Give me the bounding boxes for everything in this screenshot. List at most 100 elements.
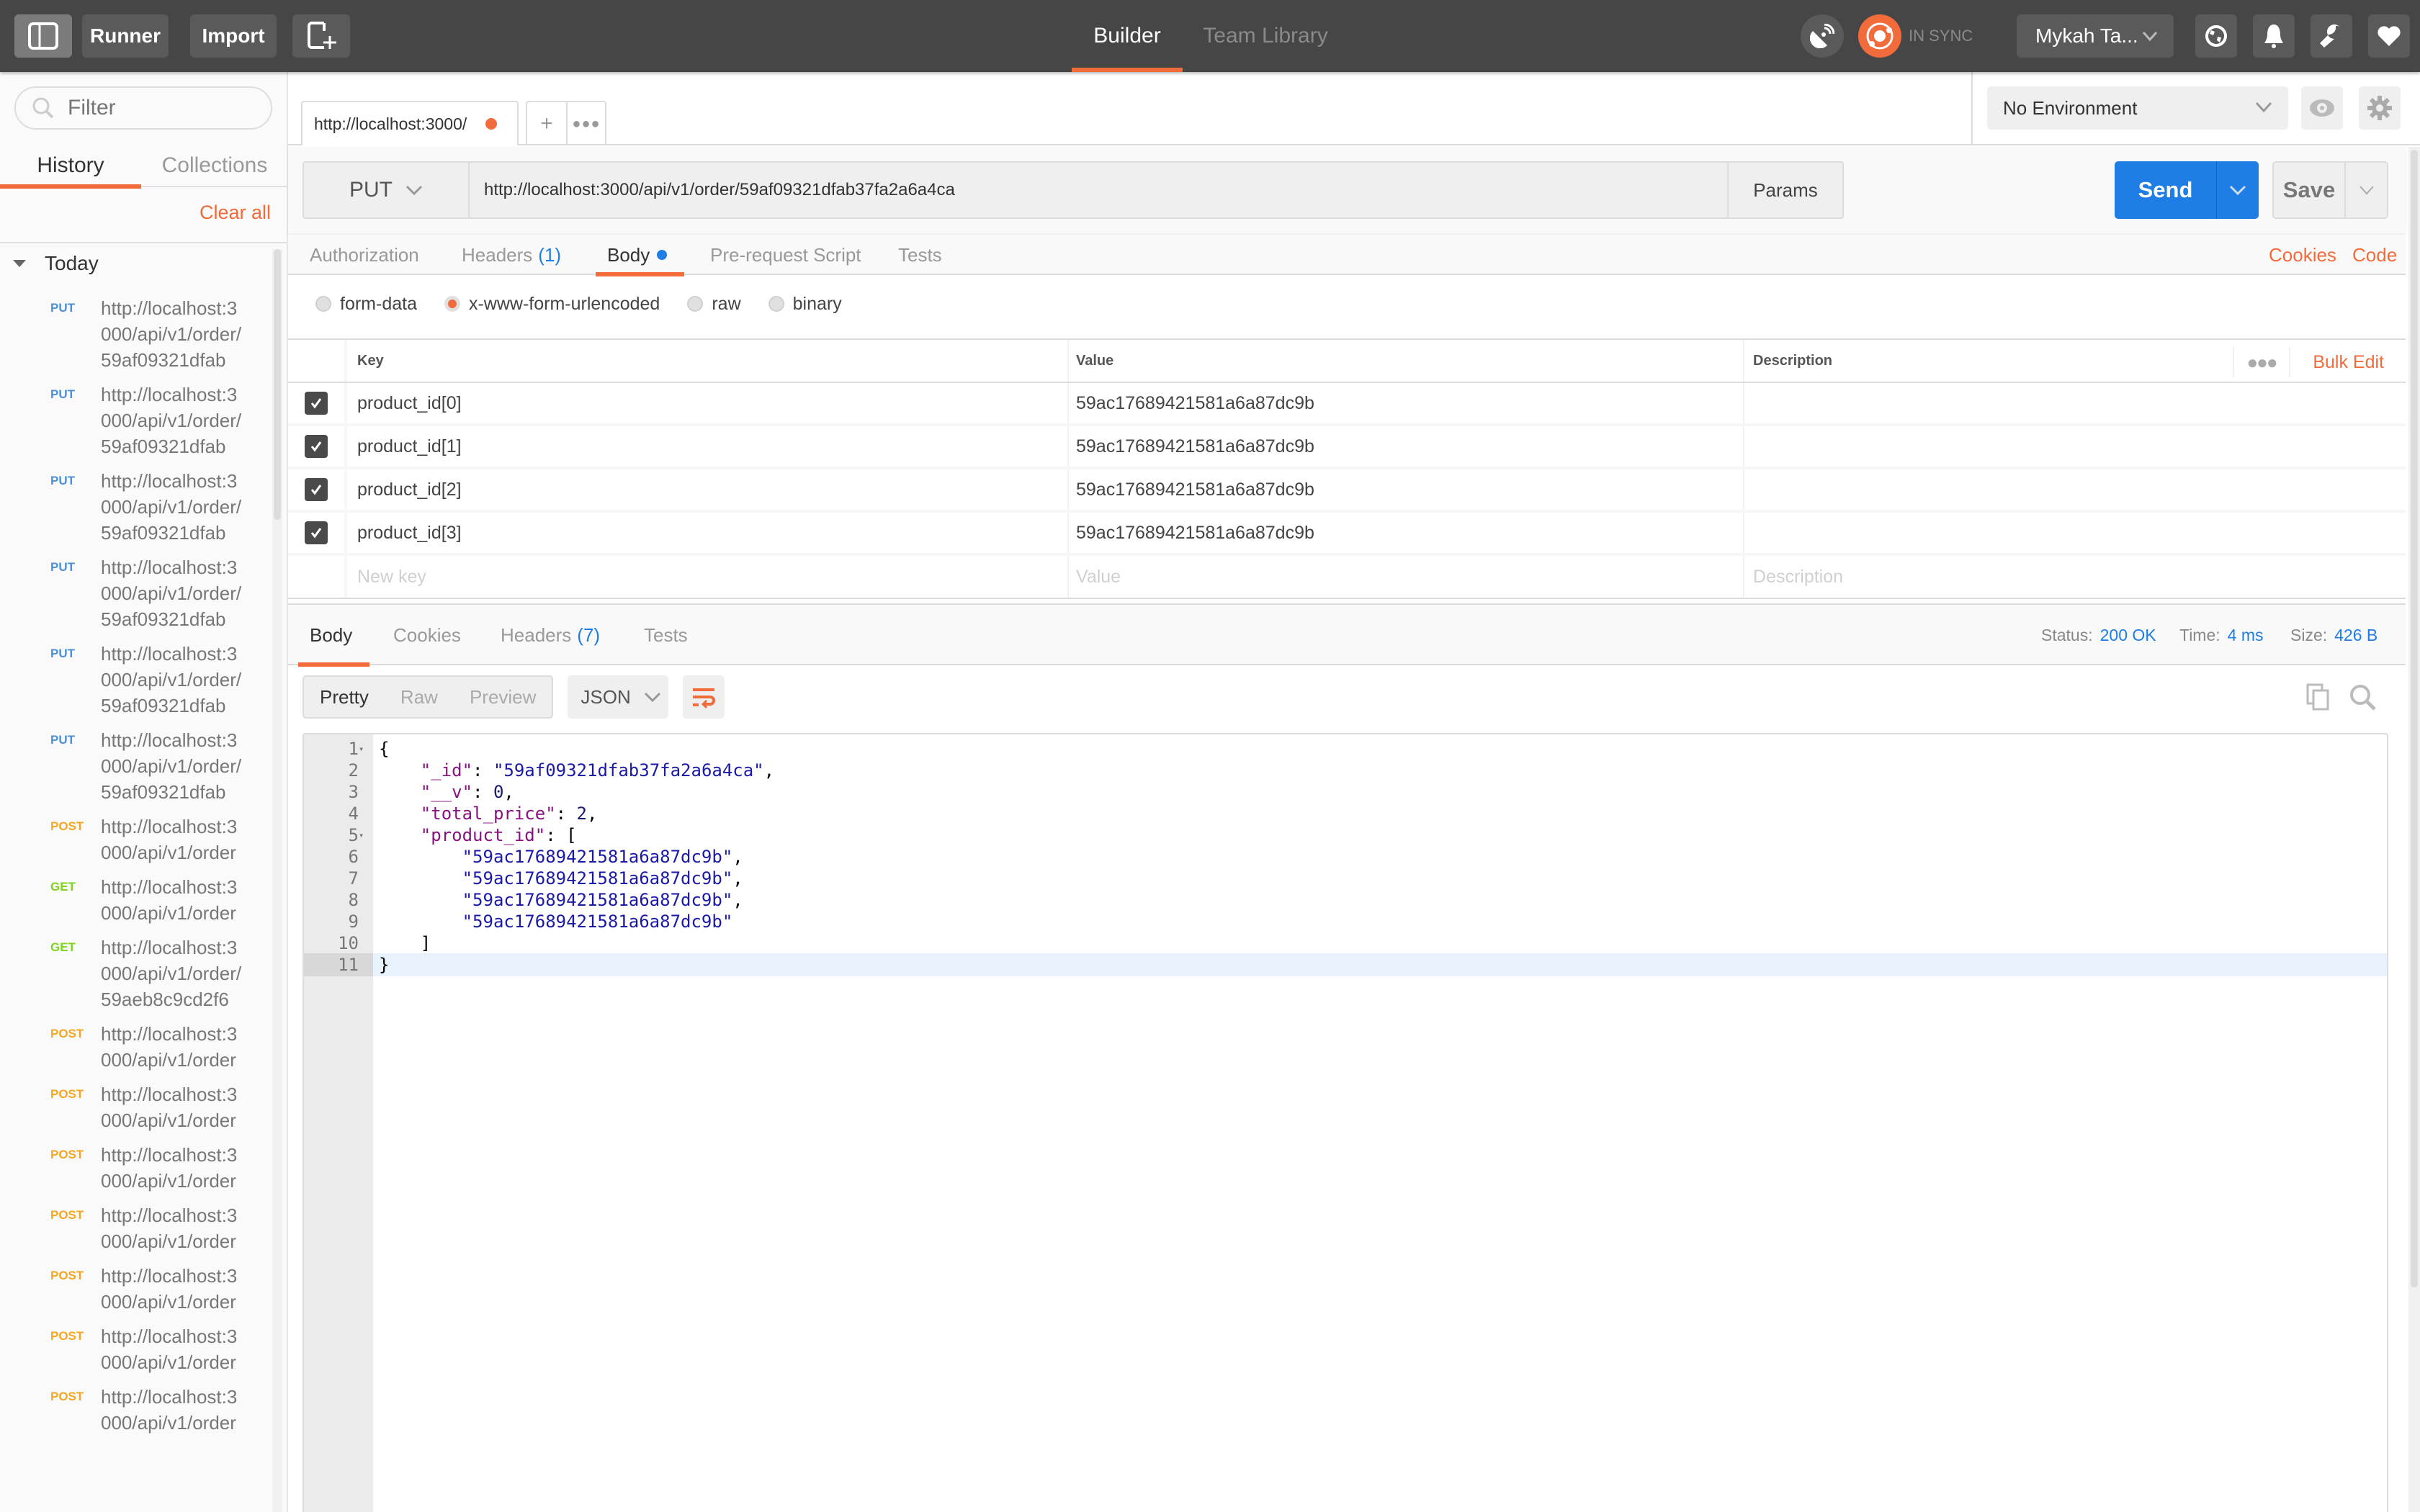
row-checkbox[interactable]: [305, 521, 328, 544]
row-value[interactable]: 59ac17689421581a6a87dc9b: [1069, 383, 1744, 423]
save-options-button[interactable]: [2346, 163, 2387, 217]
view-pretty-button[interactable]: Pretty: [304, 686, 385, 708]
cookies-link[interactable]: Cookies: [2269, 235, 2336, 275]
radio-button[interactable]: [768, 296, 784, 312]
row-value[interactable]: 59ac17689421581a6a87dc9b: [1069, 426, 1744, 467]
radio-button[interactable]: [315, 296, 331, 312]
send-options-button[interactable]: [2217, 161, 2259, 219]
new-description-input[interactable]: Description: [1744, 556, 2406, 598]
view-preview-button[interactable]: Preview: [454, 686, 552, 708]
radio-binary[interactable]: binary: [768, 294, 842, 315]
history-item[interactable]: POST http://localhost:3000/api/v1/order: [0, 1081, 272, 1133]
response-tab-body[interactable]: Body: [297, 605, 370, 667]
copy-icon[interactable]: [2305, 683, 2334, 711]
main-scrollbar[interactable]: [2408, 147, 2420, 1512]
history-item[interactable]: PUT http://localhost:3000/api/v1/order/59…: [0, 727, 272, 805]
import-button[interactable]: Import: [190, 14, 277, 58]
row-key[interactable]: product_id[0]: [347, 383, 1069, 423]
environment-quicklook-button[interactable]: [2301, 86, 2343, 130]
history-item[interactable]: GET http://localhost:3000/api/v1/order/59…: [0, 935, 272, 1012]
method-select[interactable]: PUT: [304, 163, 470, 217]
new-value-input[interactable]: Value: [1069, 556, 1744, 598]
save-button[interactable]: Save: [2274, 163, 2346, 217]
row-description[interactable]: [1744, 383, 2406, 423]
filter-field[interactable]: [14, 86, 272, 130]
more-options-button[interactable]: ●●●: [2233, 347, 2290, 377]
url-input[interactable]: http://localhost:3000/api/v1/order/59af0…: [470, 163, 1727, 217]
row-value[interactable]: 59ac17689421581a6a87dc9b: [1069, 513, 1744, 553]
history-item[interactable]: GET http://localhost:3000/api/v1/order: [0, 874, 272, 926]
tab-headers[interactable]: Headers (1): [462, 235, 561, 275]
heart-button[interactable]: [2368, 14, 2410, 58]
row-description[interactable]: [1744, 426, 2406, 467]
response-tab-headers[interactable]: Headers (7): [501, 605, 600, 665]
history-item[interactable]: POST http://localhost:3000/api/v1/order: [0, 1202, 272, 1254]
tab-tests[interactable]: Tests: [898, 235, 942, 275]
history-item[interactable]: POST http://localhost:3000/api/v1/order: [0, 1263, 272, 1315]
response-tab-cookies[interactable]: Cookies: [393, 605, 461, 665]
new-tab-button[interactable]: [292, 14, 350, 58]
row-description[interactable]: [1744, 513, 2406, 553]
history-item[interactable]: POST http://localhost:3000/api/v1/order: [0, 1021, 272, 1073]
notifications-button[interactable]: [2253, 14, 2295, 58]
request-tab[interactable]: http://localhost:3000/: [301, 101, 519, 145]
radio-button[interactable]: [687, 296, 704, 312]
history-item[interactable]: PUT http://localhost:3000/api/v1/order/59…: [0, 641, 272, 719]
tab-history[interactable]: History: [0, 144, 141, 189]
tab-authorization[interactable]: Authorization: [310, 235, 419, 275]
row-key[interactable]: product_id[2]: [347, 469, 1069, 510]
response-body-editor[interactable]: 1 ▾{2 "_id": "59af09321dfab37fa2a6a4ca", 3…: [302, 733, 2388, 1512]
globe-button[interactable]: [2195, 14, 2237, 58]
fold-arrow-icon[interactable]: ▾: [359, 824, 364, 847]
history-item[interactable]: POST http://localhost:3000/api/v1/order: [0, 814, 272, 865]
row-checkbox[interactable]: [305, 435, 328, 458]
tab-collections[interactable]: Collections: [151, 144, 278, 187]
row-key[interactable]: product_id[1]: [347, 426, 1069, 467]
bulk-edit-link[interactable]: Bulk Edit: [2313, 340, 2384, 384]
radio-button-selected[interactable]: [444, 296, 460, 312]
scrollbar-thumb[interactable]: [2411, 150, 2418, 1287]
history-group-today[interactable]: Today: [13, 252, 99, 275]
runner-button[interactable]: Runner: [82, 14, 169, 58]
search-icon[interactable]: [2348, 683, 2377, 711]
radio-x-www-form-urlencoded[interactable]: x-www-form-urlencoded: [444, 294, 660, 315]
manage-environments-button[interactable]: [2359, 86, 2401, 130]
view-raw-button[interactable]: Raw: [385, 686, 454, 708]
history-item[interactable]: POST http://localhost:3000/api/v1/order: [0, 1323, 272, 1375]
tab-pre-request-script[interactable]: Pre-request Script: [710, 235, 861, 275]
sidebar-scrollbar[interactable]: [272, 249, 282, 1512]
params-button[interactable]: Params: [1727, 163, 1842, 217]
row-value[interactable]: 59ac17689421581a6a87dc9b: [1069, 469, 1744, 510]
tab-options-button[interactable]: ●●●: [566, 102, 605, 145]
scrollbar-thumb[interactable]: [274, 249, 281, 520]
settings-button[interactable]: [2311, 14, 2352, 58]
format-select[interactable]: JSON: [568, 675, 669, 719]
history-item[interactable]: POST http://localhost:3000/api/v1/order: [0, 1384, 272, 1436]
wrap-lines-button[interactable]: [683, 675, 725, 719]
code-link[interactable]: Code: [2352, 235, 2397, 275]
nav-tab-builder[interactable]: Builder: [1072, 0, 1183, 72]
filter-input[interactable]: [68, 96, 248, 120]
radio-raw[interactable]: raw: [687, 294, 741, 315]
fold-arrow-icon[interactable]: ▾: [359, 737, 364, 760]
nav-tab-team-library[interactable]: Team Library: [1197, 0, 1334, 72]
response-tab-tests[interactable]: Tests: [644, 605, 688, 665]
user-menu[interactable]: Mykah Ta...: [2017, 14, 2174, 58]
interceptor-button[interactable]: [1801, 14, 1844, 58]
history-item[interactable]: PUT http://localhost:3000/api/v1/order/59…: [0, 468, 272, 546]
sync-button[interactable]: [1858, 14, 1901, 58]
add-tab-button[interactable]: +: [527, 102, 566, 145]
tab-body[interactable]: Body: [595, 235, 685, 276]
radio-form-data[interactable]: form-data: [315, 294, 417, 315]
environment-select[interactable]: No Environment: [1987, 86, 2288, 130]
clear-all-link[interactable]: Clear all: [200, 202, 271, 224]
history-item[interactable]: PUT http://localhost:3000/api/v1/order/59…: [0, 382, 272, 459]
send-button[interactable]: Send: [2115, 161, 2217, 219]
row-key[interactable]: product_id[3]: [347, 513, 1069, 553]
history-item[interactable]: PUT http://localhost:3000/api/v1/order/59…: [0, 554, 272, 632]
row-checkbox[interactable]: [305, 478, 328, 501]
sidebar-toggle-button[interactable]: [14, 14, 72, 58]
row-description[interactable]: [1744, 469, 2406, 510]
history-item[interactable]: PUT http://localhost:3000/api/v1/order/59…: [0, 295, 272, 373]
new-key-input[interactable]: New key: [347, 556, 1069, 598]
